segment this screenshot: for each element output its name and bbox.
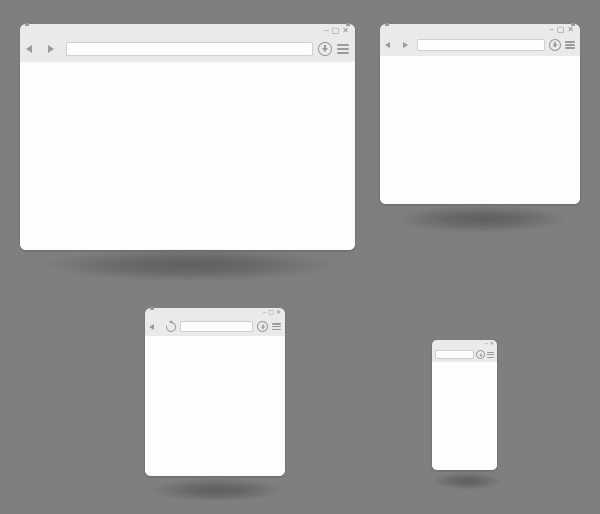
maximize-button[interactable]: ▢ xyxy=(268,309,274,317)
menu-icon[interactable] xyxy=(272,323,281,330)
content-area xyxy=(380,56,580,204)
title-bar: – ▢ ✕ xyxy=(20,24,355,38)
browser-window-desktop-medium: – ▢ ✕ xyxy=(380,24,580,204)
maximize-button[interactable]: ▢ xyxy=(332,27,340,35)
title-bar: – ▢ ✕ xyxy=(145,308,285,318)
forward-icon[interactable] xyxy=(403,42,408,48)
content-area xyxy=(145,336,285,476)
url-input[interactable] xyxy=(66,42,313,56)
back-icon[interactable] xyxy=(149,324,154,330)
close-button[interactable]: ✕ xyxy=(490,340,494,348)
browser-window-desktop-large: – ▢ ✕ xyxy=(20,24,355,250)
maximize-button[interactable]: ▢ xyxy=(557,26,565,34)
close-button[interactable]: ✕ xyxy=(567,26,574,34)
refresh-icon[interactable] xyxy=(164,320,178,334)
title-bar: – ✕ xyxy=(432,340,497,348)
back-icon[interactable] xyxy=(26,45,32,53)
close-button[interactable]: ✕ xyxy=(342,27,349,35)
back-icon[interactable] xyxy=(385,42,390,48)
menu-icon[interactable] xyxy=(337,44,349,54)
url-input[interactable] xyxy=(180,321,253,332)
close-button[interactable]: ✕ xyxy=(276,309,281,317)
minimize-button[interactable]: – xyxy=(263,309,266,317)
browser-window-tablet: – ▢ ✕ xyxy=(145,308,285,476)
content-area xyxy=(432,362,497,470)
browser-window-phone: – ✕ xyxy=(432,340,497,470)
minimize-button[interactable]: – xyxy=(485,340,488,348)
url-input[interactable] xyxy=(417,39,545,51)
minimize-button[interactable]: – xyxy=(549,26,553,34)
download-icon[interactable] xyxy=(257,321,268,332)
window-shadow xyxy=(40,248,340,282)
download-icon[interactable] xyxy=(549,39,561,51)
menu-icon[interactable] xyxy=(487,352,494,358)
url-input[interactable] xyxy=(435,350,474,359)
title-bar: – ▢ ✕ xyxy=(380,24,580,36)
window-shadow xyxy=(432,472,502,490)
forward-icon[interactable] xyxy=(48,45,54,53)
window-shadow xyxy=(150,478,285,502)
menu-icon[interactable] xyxy=(565,41,575,49)
download-icon[interactable] xyxy=(318,42,332,56)
minimize-button[interactable]: – xyxy=(324,27,328,35)
content-area xyxy=(20,62,355,250)
download-icon[interactable] xyxy=(476,350,485,359)
toolbar xyxy=(145,318,285,336)
window-shadow xyxy=(395,205,570,233)
toolbar xyxy=(20,38,355,62)
toolbar xyxy=(432,348,497,362)
toolbar xyxy=(380,36,580,56)
